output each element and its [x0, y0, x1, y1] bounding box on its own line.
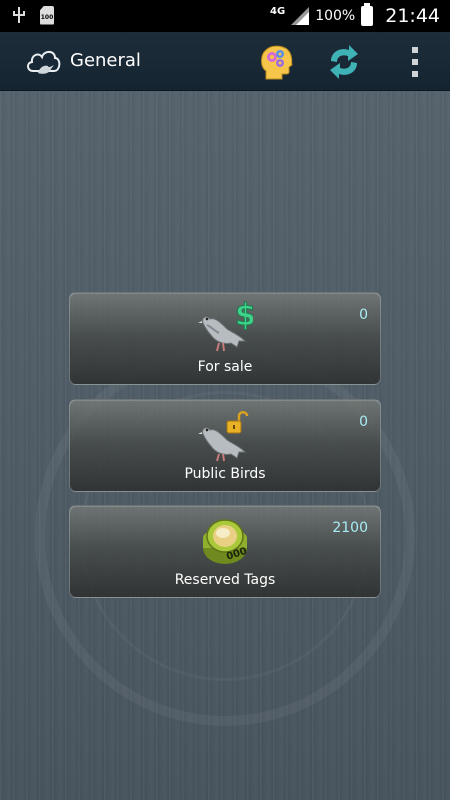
public-birds-label: Public Birds — [184, 466, 266, 482]
network-type-label: 4G — [270, 6, 286, 17]
reserved-tags-count: 2100 — [332, 520, 368, 536]
sd-card-icon: 100 — [40, 5, 54, 25]
clock: 21:44 — [385, 5, 440, 27]
sync-icon[interactable] — [325, 44, 363, 80]
public-birds-count: 0 — [359, 414, 368, 430]
svg-text:$: $ — [235, 301, 253, 333]
for-sale-card[interactable]: 0 $ For sale — [69, 292, 381, 385]
overflow-menu-button[interactable] — [404, 44, 426, 80]
usb-icon — [12, 5, 26, 25]
status-bar: 100 4G 100% 21:44 — [0, 0, 450, 32]
for-sale-count: 0 — [359, 307, 368, 323]
battery-percent: 100% — [315, 8, 356, 24]
menu-dot — [412, 47, 418, 53]
signal-icon — [291, 7, 310, 25]
action-bar: General — [0, 32, 450, 91]
page-title: General — [70, 50, 141, 71]
brain-settings-icon[interactable] — [258, 43, 294, 81]
menu-dot — [412, 71, 418, 77]
pigeon-unlock-icon — [198, 411, 249, 462]
leg-ring-icon: 000 — [203, 519, 248, 564]
reserved-tags-label: Reserved Tags — [174, 572, 276, 588]
battery-icon — [361, 3, 374, 26]
menu-dot — [412, 59, 418, 65]
reserved-tags-card[interactable]: 2100 000 Reserved Tags — [69, 505, 381, 598]
for-sale-label: For sale — [197, 359, 253, 375]
cloud-pigeon-logo-icon[interactable] — [24, 44, 62, 78]
public-birds-card[interactable]: 0 Public Birds — [69, 399, 381, 492]
pigeon-dollar-icon: $ — [198, 301, 253, 352]
